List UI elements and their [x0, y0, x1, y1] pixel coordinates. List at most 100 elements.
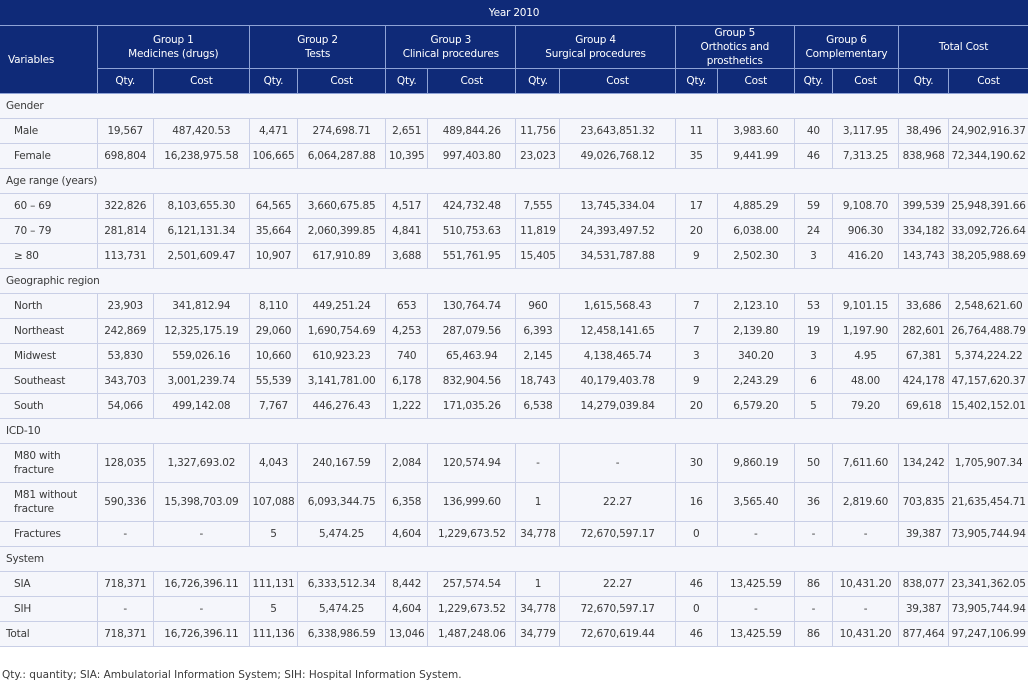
qty-cell: 0	[674, 596, 718, 622]
cost-cell: 97,247,106.99	[948, 621, 1028, 647]
qty-cell: 6,358	[385, 482, 429, 522]
cost-cell: 1,197.90	[831, 318, 900, 344]
qty-cell: 38,496	[898, 118, 950, 144]
qty-cell: 399,539	[898, 193, 950, 219]
qty-cell: 11	[674, 118, 718, 144]
table-row: M80 with fracture 128,035 1,327,693.02 4,04…	[0, 443, 1028, 483]
qty-cell: 877,464	[898, 621, 950, 647]
cost-cell: 610,923.23	[297, 343, 387, 369]
cost-cell: 7,611.60	[831, 443, 900, 483]
qty-cell: 113,731	[96, 243, 154, 269]
qty-cell: 18,743	[515, 368, 561, 394]
group-number: Group 3	[430, 34, 472, 46]
group-header: Group 3 Clinical procedures	[385, 25, 517, 69]
qty-cell: 39,387	[898, 521, 950, 547]
cost-table: Year 2010 Variables Group 1 Medicines (dr…	[0, 0, 1028, 647]
qty-cell: 2,084	[385, 443, 429, 483]
qty-cell: 4,841	[385, 218, 429, 244]
year-header: Year 2010	[0, 0, 1028, 26]
cost-cell: 3,660,675.85	[297, 193, 387, 219]
cost-cell: 559,026.16	[152, 343, 250, 369]
cost-cell: 499,142.08	[152, 393, 250, 419]
cost-cell: 10,431.20	[831, 571, 900, 597]
row-label: South	[0, 393, 98, 419]
qty-subheader: Qty.	[96, 68, 154, 94]
qty-cell: 4,517	[385, 193, 429, 219]
qty-cell: 35	[674, 143, 718, 169]
qty-cell: 3	[674, 343, 718, 369]
qty-cell: 242,869	[96, 318, 154, 344]
cost-cell: 22.27	[559, 482, 676, 522]
qty-cell: 20	[674, 218, 718, 244]
cost-cell: 2,501,609.47	[152, 243, 250, 269]
cost-cell: 9,101.15	[831, 293, 900, 319]
group-number: Group 4	[575, 34, 616, 46]
cost-cell: 3,001,239.74	[152, 368, 250, 394]
row-label: 60 – 69	[0, 193, 98, 219]
qty-cell: 46	[674, 621, 718, 647]
qty-cell: 322,826	[96, 193, 154, 219]
row-label: Midwest	[0, 343, 98, 369]
cost-cell: 1,690,754.69	[297, 318, 387, 344]
qty-cell: 10,660	[248, 343, 299, 369]
qty-cell: 54,066	[96, 393, 154, 419]
cost-cell: 49,026,768.12	[559, 143, 676, 169]
cost-cell: 997,403.80	[427, 143, 517, 169]
qty-cell: 35,664	[248, 218, 299, 244]
cost-subheader: Cost	[297, 68, 387, 94]
cost-cell: 16,238,975.58	[152, 143, 250, 169]
cost-cell: 120,574.94	[427, 443, 517, 483]
qty-subheader: Qty.	[898, 68, 950, 94]
cost-cell: -	[152, 596, 250, 622]
cost-cell: 130,764.74	[427, 293, 517, 319]
cost-cell: 10,431.20	[831, 621, 900, 647]
qty-cell: 16	[674, 482, 718, 522]
group-number: Group 1	[153, 34, 194, 46]
qty-cell: 3	[793, 343, 833, 369]
table-row: Male 19,567 487,420.53 4,471 274,698.71 2,651…	[0, 118, 1028, 144]
qty-cell: -	[793, 521, 833, 547]
group-header: Group 4 Surgical procedures	[515, 25, 676, 69]
cost-cell: 2,123.10	[716, 293, 795, 319]
cost-cell: 21,635,454.71	[948, 482, 1028, 522]
qty-cell: 10,395	[385, 143, 429, 169]
qty-cell: 17	[674, 193, 718, 219]
cost-cell: 2,139.80	[716, 318, 795, 344]
cost-cell: 25,948,391.66	[948, 193, 1028, 219]
qty-cell: 46	[793, 143, 833, 169]
group-name: Medicines (drugs)	[128, 48, 219, 60]
qty-cell: 4,604	[385, 596, 429, 622]
group-header: Group 6 Complementary	[793, 25, 900, 69]
group-name: Tests	[304, 48, 331, 60]
cost-cell: 15,398,703.09	[152, 482, 250, 522]
cost-cell: 6,093,344.75	[297, 482, 387, 522]
qty-cell: 6,393	[515, 318, 561, 344]
section-row: ICD-10	[0, 418, 1028, 444]
cost-cell: 416.20	[831, 243, 900, 269]
qty-cell: 960	[515, 293, 561, 319]
qty-cell: 4,471	[248, 118, 299, 144]
cost-cell: 2,548,621.60	[948, 293, 1028, 319]
cost-cell: 9,108.70	[831, 193, 900, 219]
qty-cell: 3	[793, 243, 833, 269]
cost-cell: 1,229,673.52	[427, 596, 517, 622]
group-name: Clinical procedures	[402, 48, 499, 60]
cost-cell: 2,243.29	[716, 368, 795, 394]
cost-cell: 510,753.63	[427, 218, 517, 244]
table-row: 70 – 79 281,814 6,121,131.34 35,664 2,060,39…	[0, 218, 1028, 244]
section-row: Geographic region	[0, 268, 1028, 294]
section-row: Gender	[0, 93, 1028, 119]
cost-cell: 136,999.60	[427, 482, 517, 522]
row-label: SIH	[0, 596, 98, 622]
section-title: Geographic region	[0, 268, 1028, 294]
cost-cell: 5,474.25	[297, 521, 387, 547]
group-header: Group 1 Medicines (drugs)	[96, 25, 250, 69]
cost-cell: 6,338,986.59	[297, 621, 387, 647]
qty-cell: 0	[674, 521, 718, 547]
cost-cell: 13,745,334.04	[559, 193, 676, 219]
group-number: Group 2	[297, 34, 338, 46]
cost-cell: 257,574.54	[427, 571, 517, 597]
cost-cell: 832,904.56	[427, 368, 517, 394]
qty-cell: 20	[674, 393, 718, 419]
table-row: 60 – 69 322,826 8,103,655.30 64,565 3,660,67…	[0, 193, 1028, 219]
